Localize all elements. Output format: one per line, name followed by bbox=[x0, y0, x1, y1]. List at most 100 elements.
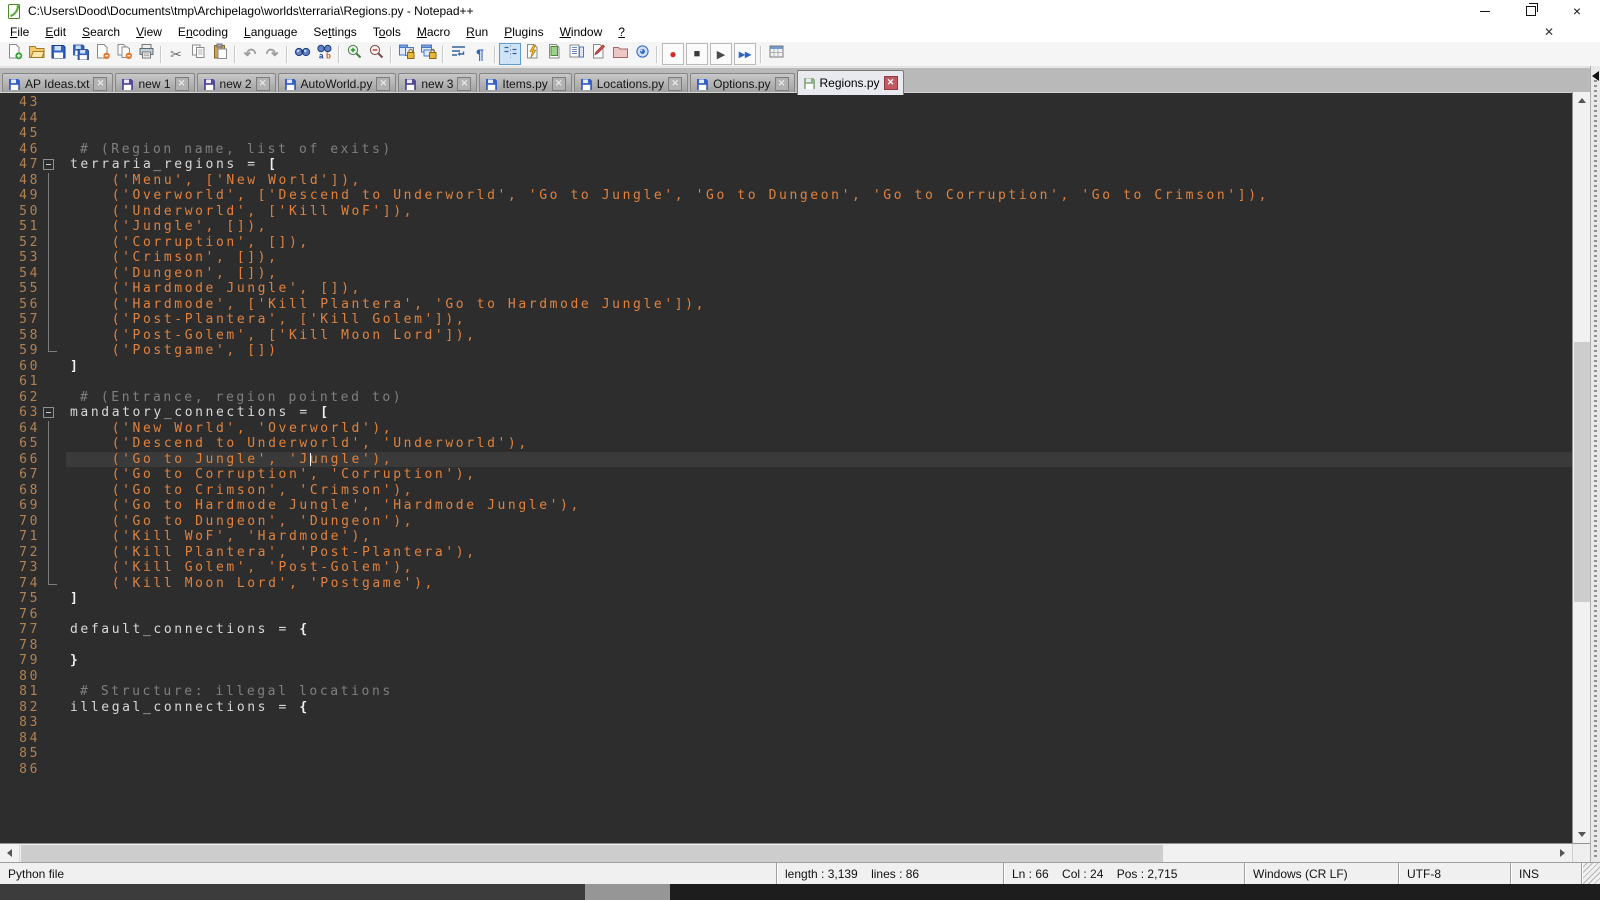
menu-item-file[interactable]: File bbox=[2, 23, 37, 41]
vertical-scroll-thumb[interactable] bbox=[1574, 342, 1590, 602]
close-all-button[interactable] bbox=[113, 43, 135, 65]
code-line[interactable]: 70 ('Go to Dungeon', 'Dungeon'), bbox=[0, 514, 1572, 530]
code-line[interactable]: 79} bbox=[0, 653, 1572, 669]
code-line[interactable]: 61 bbox=[0, 374, 1572, 390]
tab-items-py[interactable]: Items.py✕ bbox=[479, 73, 571, 94]
print-button[interactable] bbox=[135, 43, 157, 65]
menu-item-run[interactable]: Run bbox=[458, 23, 496, 41]
show-indent-guide-button[interactable] bbox=[499, 43, 521, 65]
code-line[interactable]: 69 ('Go to Hardmode Jungle', 'Hardmode J… bbox=[0, 498, 1572, 514]
paste-button[interactable] bbox=[209, 43, 231, 65]
sync-horizontal-scroll-button[interactable] bbox=[417, 43, 439, 65]
menu-item-plugins[interactable]: Plugins bbox=[496, 23, 551, 41]
close-button[interactable] bbox=[91, 43, 113, 65]
tab-ap-ideas-txt[interactable]: AP Ideas.txt✕ bbox=[2, 73, 113, 94]
menu-item-tools[interactable]: Tools bbox=[365, 23, 409, 41]
menu-item-settings[interactable]: Settings bbox=[305, 23, 364, 41]
code-text[interactable] bbox=[66, 669, 1572, 685]
code-line[interactable]: 77default_connections = { bbox=[0, 622, 1572, 638]
status-encoding[interactable]: UTF-8 bbox=[1398, 863, 1510, 885]
code-line[interactable]: 53 ('Crimson', []), bbox=[0, 250, 1572, 266]
tab-close-icon[interactable]: ✕ bbox=[775, 77, 789, 91]
code-text[interactable]: ('Jungle', []), bbox=[66, 219, 1572, 235]
macro-save-button[interactable] bbox=[765, 43, 787, 65]
tab-new-3[interactable]: new 3✕ bbox=[398, 73, 477, 94]
code-text[interactable]: # Structure: illegal locations bbox=[66, 684, 1572, 700]
menu-item-view[interactable]: View bbox=[128, 23, 170, 41]
code-line[interactable]: 51 ('Jungle', []), bbox=[0, 219, 1572, 235]
code-line[interactable]: 72 ('Kill Plantera', 'Post-Plantera'), bbox=[0, 545, 1572, 561]
scroll-left-arrow[interactable] bbox=[0, 844, 20, 862]
code-text[interactable]: ('Go to Jungle', 'Jungle'), bbox=[66, 452, 1572, 468]
code-line[interactable]: 50 ('Underworld', ['Kill WoF']), bbox=[0, 204, 1572, 220]
code-line[interactable]: 84 bbox=[0, 731, 1572, 747]
code-line[interactable]: 71 ('Kill WoF', 'Hardmode'), bbox=[0, 529, 1572, 545]
code-text[interactable]: ('Postgame', []) bbox=[66, 343, 1572, 359]
code-line[interactable]: 47terraria_regions = [ bbox=[0, 157, 1572, 173]
scroll-up-arrow[interactable] bbox=[1573, 92, 1591, 109]
menu-item-window[interactable]: Window bbox=[552, 23, 611, 41]
code-line[interactable]: 55 ('Hardmode Jungle', []), bbox=[0, 281, 1572, 297]
code-text[interactable]: ('Kill Golem', 'Post-Golem'), bbox=[66, 560, 1572, 576]
code-text[interactable]: # (Entrance, region pointed to) bbox=[66, 390, 1572, 406]
code-line[interactable]: 54 ('Dungeon', []), bbox=[0, 266, 1572, 282]
code-line[interactable]: 66 ('Go to Jungle', 'Jungle'), bbox=[0, 452, 1572, 468]
restore-button[interactable] bbox=[1508, 0, 1554, 22]
horizontal-scroll-thumb[interactable] bbox=[21, 845, 1163, 862]
tab-locations-py[interactable]: Locations.py✕ bbox=[574, 73, 688, 94]
cut-button[interactable]: ✂ bbox=[165, 43, 187, 65]
code-text[interactable]: default_connections = { bbox=[66, 622, 1572, 638]
code-line[interactable]: 43 bbox=[0, 95, 1572, 111]
scroll-right-arrow[interactable] bbox=[1553, 844, 1572, 862]
code-line[interactable]: 67 ('Go to Corruption', 'Corruption'), bbox=[0, 467, 1572, 483]
code-text[interactable] bbox=[66, 715, 1572, 731]
menu-item-edit[interactable]: Edit bbox=[37, 23, 74, 41]
menubar-close-icon[interactable]: ✕ bbox=[1540, 24, 1558, 40]
code-text[interactable]: } bbox=[66, 653, 1572, 669]
editor-pane[interactable]: 43444546# (Region name, list of exits)47… bbox=[0, 92, 1572, 844]
macro-record-button[interactable]: ● bbox=[662, 43, 684, 65]
code-text[interactable]: ] bbox=[66, 591, 1572, 607]
code-line[interactable]: 63mandatory_connections = [ bbox=[0, 405, 1572, 421]
undo-button[interactable]: ↶ bbox=[239, 43, 261, 65]
code-editor[interactable]: 43444546# (Region name, list of exits)47… bbox=[0, 93, 1572, 844]
code-line[interactable]: 45 bbox=[0, 126, 1572, 142]
code-text[interactable]: ('Underworld', ['Kill WoF']), bbox=[66, 204, 1572, 220]
code-line[interactable]: 81# Structure: illegal locations bbox=[0, 684, 1572, 700]
code-line[interactable]: 65 ('Descend to Underworld', 'Underworld… bbox=[0, 436, 1572, 452]
code-text[interactable] bbox=[66, 746, 1572, 762]
code-text[interactable]: mandatory_connections = [ bbox=[66, 405, 1572, 421]
code-line[interactable]: 58 ('Post-Golem', ['Kill Moon Lord']), bbox=[0, 328, 1572, 344]
code-text[interactable] bbox=[66, 111, 1572, 127]
code-text[interactable]: terraria_regions = [ bbox=[66, 157, 1572, 173]
code-line[interactable]: 76 bbox=[0, 607, 1572, 623]
code-text[interactable]: ('New World', 'Overworld'), bbox=[66, 421, 1572, 437]
status-insert-mode[interactable]: INS bbox=[1510, 863, 1581, 885]
panel-splitter[interactable] bbox=[1590, 66, 1600, 862]
code-text[interactable]: # (Region name, list of exits) bbox=[66, 142, 1572, 158]
redo-button[interactable]: ↷ bbox=[261, 43, 283, 65]
code-line[interactable]: 56 ('Hardmode', ['Kill Plantera', 'Go to… bbox=[0, 297, 1572, 313]
code-text[interactable]: ('Dungeon', []), bbox=[66, 266, 1572, 282]
code-line[interactable]: 60] bbox=[0, 359, 1572, 375]
menu-item-[interactable]: ? bbox=[610, 23, 633, 41]
vertical-scrollbar[interactable] bbox=[1572, 92, 1591, 843]
code-line[interactable]: 80 bbox=[0, 669, 1572, 685]
copy-button[interactable] bbox=[187, 43, 209, 65]
code-line[interactable]: 83 bbox=[0, 715, 1572, 731]
code-line[interactable]: 75] bbox=[0, 591, 1572, 607]
code-text[interactable]: ('Corruption', []), bbox=[66, 235, 1572, 251]
zoom-in-button[interactable] bbox=[343, 43, 365, 65]
folder-as-workspace-button[interactable] bbox=[609, 43, 631, 65]
code-text[interactable] bbox=[66, 638, 1572, 654]
tab-scroll-left-icon[interactable] bbox=[1592, 71, 1599, 81]
tab-close-icon[interactable]: ✕ bbox=[93, 77, 107, 91]
code-text[interactable] bbox=[66, 374, 1572, 390]
code-text[interactable]: ('Kill Moon Lord', 'Postgame'), bbox=[66, 576, 1572, 592]
code-text[interactable]: ('Go to Crimson', 'Crimson'), bbox=[66, 483, 1572, 499]
code-line[interactable]: 57 ('Post-Plantera', ['Kill Golem']), bbox=[0, 312, 1572, 328]
code-line[interactable]: 74 ('Kill Moon Lord', 'Postgame'), bbox=[0, 576, 1572, 592]
function-list-button[interactable] bbox=[521, 43, 543, 65]
code-line[interactable]: 86 bbox=[0, 762, 1572, 778]
code-text[interactable]: illegal_connections = { bbox=[66, 700, 1572, 716]
